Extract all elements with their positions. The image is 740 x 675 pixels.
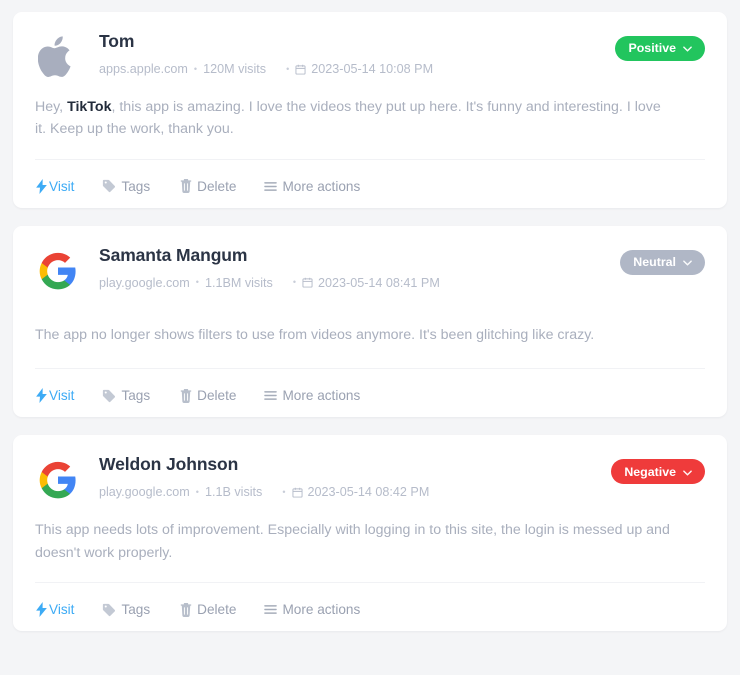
- delete-button[interactable]: Delete: [180, 178, 237, 194]
- review-text: Hey, TikTok, this app is amazing. I love…: [35, 96, 675, 141]
- review-visits: 120M visits: [203, 61, 267, 76]
- review-meta: play.google.com • 1.1BM visits • 2023-05…: [99, 275, 620, 291]
- google-logo-icon: [35, 457, 81, 503]
- review-visits: 1.1B visits: [204, 485, 263, 500]
- delete-button[interactable]: Delete: [180, 601, 237, 617]
- chevron-down-icon: [683, 256, 692, 268]
- review-source: play.google.com: [99, 485, 190, 500]
- delete-label: Delete: [197, 601, 237, 617]
- review-text: This app needs lots of improvement. Espe…: [35, 519, 675, 564]
- tag-icon: [102, 603, 116, 617]
- visit-label: Visit: [49, 388, 75, 404]
- calendar-icon: [302, 277, 313, 288]
- review-card-header: Samanta Mangum play.google.com • 1.1BM v…: [35, 244, 705, 294]
- chevron-down-icon: [683, 466, 692, 478]
- more-actions-button[interactable]: More actions: [264, 389, 360, 403]
- tags-label: Tags: [121, 601, 151, 617]
- review-card: Samanta Mangum play.google.com • 1.1BM v…: [13, 225, 727, 418]
- reviewer-name: Tom: [99, 31, 135, 51]
- delete-label: Delete: [197, 388, 237, 404]
- apple-logo-icon: [35, 34, 81, 80]
- sentiment-label: Negative: [624, 464, 676, 479]
- lightning-bolt-icon: [35, 602, 48, 618]
- review-text-lead: Hey,: [35, 99, 68, 115]
- review-card-info: Weldon Johnson play.google.com • 1.1B vi…: [81, 453, 611, 500]
- review-text-rest: , this app is amazing. I love the videos…: [35, 99, 661, 138]
- review-meta: play.google.com • 1.1B visits • 2023-05-…: [99, 484, 611, 500]
- card-divider: [35, 368, 705, 370]
- review-card-actions: Visit Tags Delete More actions: [13, 589, 727, 631]
- visit-button[interactable]: Visit: [35, 178, 75, 194]
- tag-icon: [102, 179, 116, 193]
- tags-label: Tags: [121, 388, 151, 404]
- review-meta: apps.apple.com • 120M visits • 2023-05-1…: [99, 61, 615, 77]
- card-divider: [35, 158, 705, 160]
- google-logo-icon: [35, 248, 81, 294]
- review-card-actions: Visit Tags Delete More actions: [13, 375, 727, 417]
- review-card-body: Weldon Johnson play.google.com • 1.1B vi…: [13, 435, 727, 589]
- meta-separator-dot: •: [193, 63, 198, 74]
- tags-label: Tags: [121, 178, 151, 194]
- visit-label: Visit: [49, 601, 75, 617]
- review-card-info: Tom apps.apple.com • 120M visits • 2023-…: [81, 30, 615, 77]
- meta-separator-dot: •: [286, 63, 290, 74]
- review-card-body: Samanta Mangum play.google.com • 1.1BM v…: [13, 226, 727, 375]
- review-text-highlight: TikTok: [67, 99, 112, 115]
- lightning-bolt-icon: [35, 178, 48, 194]
- sentiment-label: Positive: [628, 41, 676, 56]
- delete-label: Delete: [197, 178, 237, 194]
- more-actions-button[interactable]: More actions: [264, 603, 360, 617]
- card-divider: [35, 582, 705, 584]
- delete-button[interactable]: Delete: [180, 388, 237, 404]
- visit-label: Visit: [49, 178, 75, 194]
- calendar-icon: [295, 64, 306, 75]
- more-actions-button[interactable]: More actions: [264, 178, 361, 194]
- reviewer-name: Samanta Mangum: [99, 244, 248, 265]
- trash-icon: [180, 602, 192, 617]
- review-source: play.google.com: [99, 275, 190, 290]
- tags-button[interactable]: Tags: [102, 179, 150, 193]
- sentiment-badge-neutral[interactable]: Neutral: [620, 249, 705, 275]
- chevron-down-icon: [683, 42, 692, 54]
- review-visits: 1.1BM visits: [204, 275, 273, 290]
- trash-icon: [180, 388, 192, 403]
- hamburger-menu-icon: [264, 604, 278, 615]
- review-card-actions: Visit Tags Delete More actions: [13, 166, 727, 208]
- hamburger-menu-icon: [264, 181, 278, 192]
- review-card: Weldon Johnson play.google.com • 1.1B vi…: [13, 435, 727, 632]
- tags-button[interactable]: Tags: [102, 603, 150, 617]
- review-source: apps.apple.com: [99, 61, 188, 76]
- sentiment-badge-positive[interactable]: Positive: [615, 36, 705, 61]
- more-actions-label: More actions: [282, 388, 361, 404]
- reviews-list: Tom apps.apple.com • 120M visits • 2023-…: [0, 0, 740, 675]
- review-card-header: Weldon Johnson play.google.com • 1.1B vi…: [35, 453, 705, 503]
- visit-button[interactable]: Visit: [35, 388, 75, 404]
- review-date: 2023-05-14 08:42 PM: [307, 485, 430, 500]
- review-text-rest: This app needs lots of improvement. Espe…: [35, 522, 670, 561]
- review-text: The app no longer shows filters to use f…: [35, 324, 675, 346]
- more-actions-label: More actions: [282, 178, 361, 194]
- sentiment-badge-negative[interactable]: Negative: [611, 459, 705, 485]
- review-card-header: Tom apps.apple.com • 120M visits • 2023-…: [35, 30, 705, 80]
- meta-separator-dot: •: [195, 277, 199, 288]
- hamburger-menu-icon: [264, 390, 278, 401]
- meta-separator-dot: •: [195, 486, 199, 497]
- lightning-bolt-icon: [35, 388, 48, 404]
- calendar-icon: [291, 487, 303, 498]
- review-date: 2023-05-14 10:08 PM: [311, 61, 434, 76]
- review-card-info: Samanta Mangum play.google.com • 1.1BM v…: [81, 244, 620, 291]
- meta-separator-dot: •: [292, 277, 296, 288]
- tag-icon: [102, 389, 116, 403]
- review-card: Tom apps.apple.com • 120M visits • 2023-…: [13, 12, 727, 208]
- trash-icon: [180, 179, 192, 194]
- meta-separator-dot: •: [282, 486, 286, 497]
- review-card-body: Tom apps.apple.com • 120M visits • 2023-…: [13, 12, 727, 166]
- sentiment-label: Neutral: [633, 255, 676, 270]
- reviewer-name: Weldon Johnson: [99, 454, 239, 475]
- tags-button[interactable]: Tags: [102, 389, 150, 403]
- review-text-rest: The app no longer shows filters to use f…: [35, 326, 595, 343]
- review-date: 2023-05-14 08:41 PM: [317, 275, 440, 290]
- more-actions-label: More actions: [282, 601, 361, 617]
- visit-button[interactable]: Visit: [35, 601, 75, 618]
